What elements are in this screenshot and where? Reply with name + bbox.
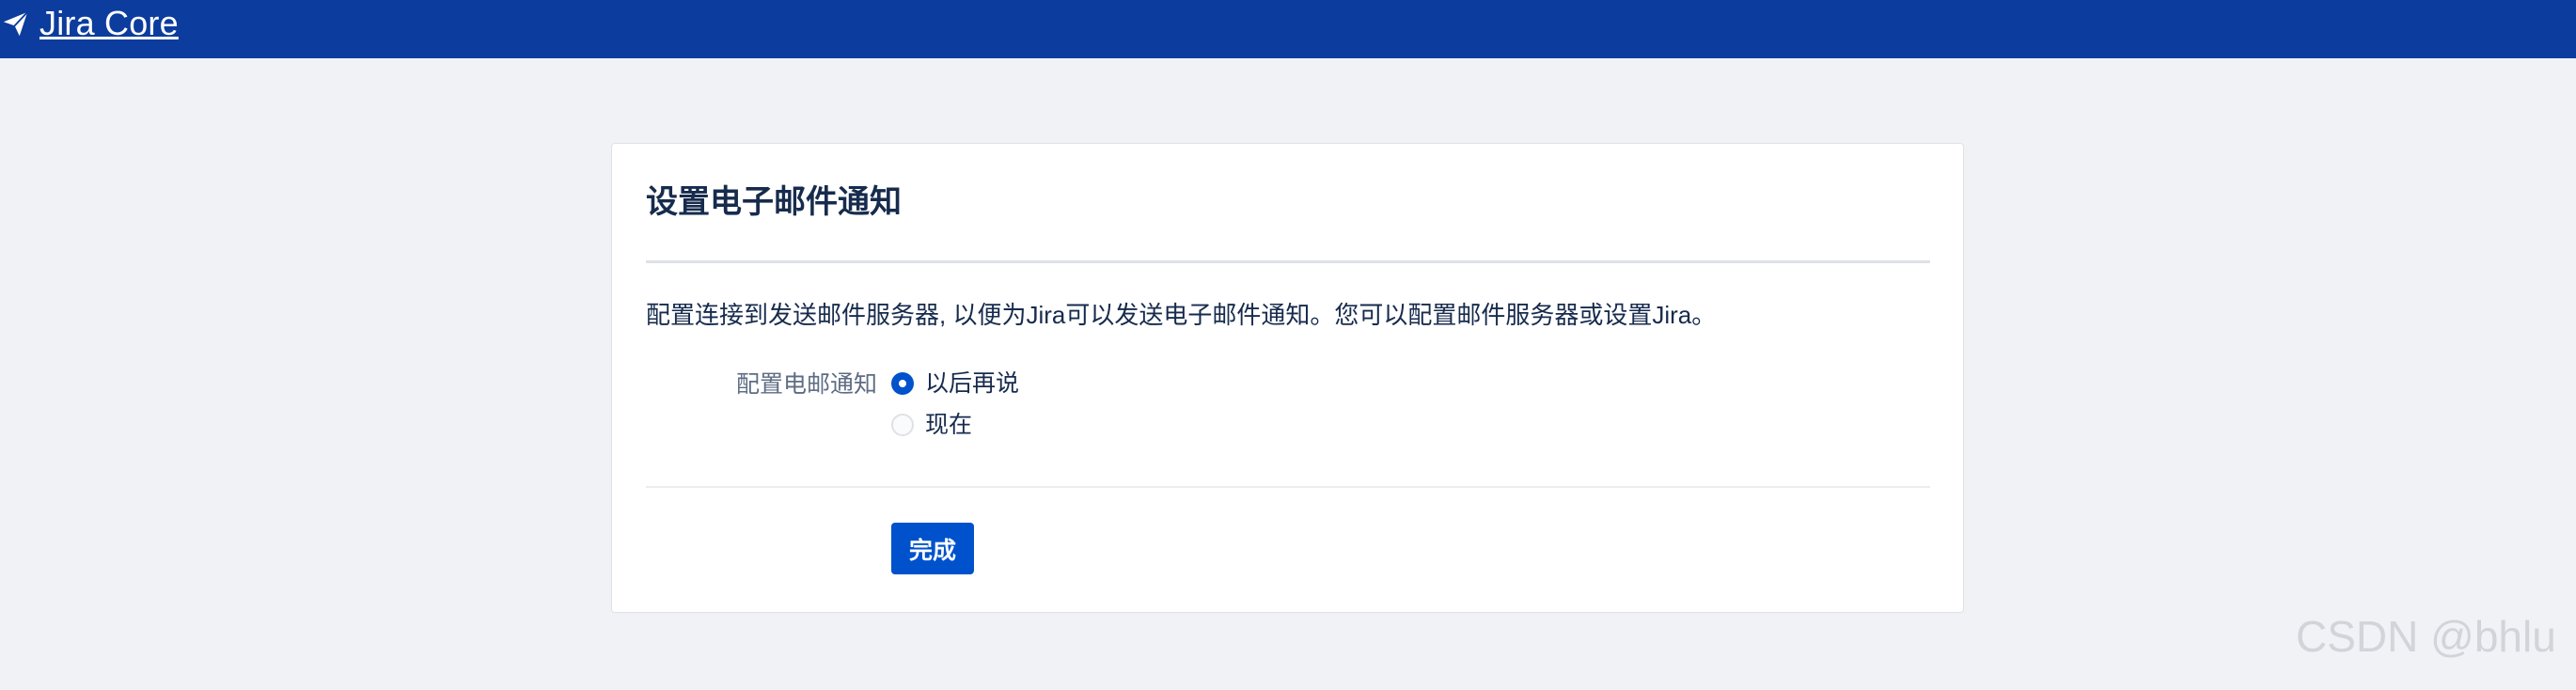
configure-later-radio[interactable] — [891, 372, 914, 395]
finish-button[interactable]: 完成 — [891, 523, 974, 574]
configure-later-label[interactable]: 以后再说 — [925, 369, 1019, 400]
jira-core-logo[interactable]: Jira Core — [2, 0, 179, 47]
paper-plane-icon — [3, 10, 29, 36]
configure-now-label[interactable]: 现在 — [925, 410, 972, 441]
title-divider — [646, 260, 1930, 263]
configure-later-option[interactable]: 以后再说 — [891, 368, 1019, 400]
form-footer-divider — [646, 486, 1930, 488]
top-navigation-bar: Jira Core — [0, 0, 2576, 58]
csdn-watermark: CSDN @bhlu — [2296, 612, 2556, 661]
configure-now-option[interactable]: 现在 — [891, 409, 1019, 441]
email-notification-field-label: 配置电邮通知 — [735, 371, 877, 398]
email-notification-setup-card: 设置电子邮件通知 配置连接到发送邮件服务器, 以便为Jira可以发送电子邮件通知… — [611, 143, 1964, 613]
page-title: 设置电子邮件通知 — [646, 184, 902, 220]
email-notification-options: 以后再说 现在 — [891, 368, 1019, 441]
configure-now-radio[interactable] — [891, 414, 914, 436]
setup-description: 配置连接到发送邮件服务器, 以便为Jira可以发送电子邮件通知。您可以配置邮件服… — [646, 301, 1717, 329]
product-name: Jira Core — [39, 4, 179, 42]
